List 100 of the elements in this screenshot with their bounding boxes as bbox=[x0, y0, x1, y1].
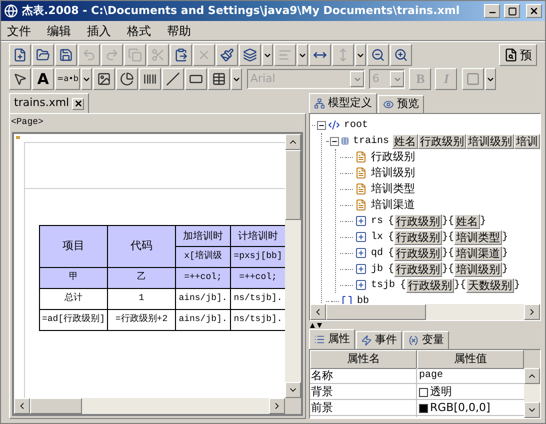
toolbar-button[interactable] bbox=[32, 44, 54, 66]
tool-button[interactable]: =a•b bbox=[55, 68, 80, 90]
toolbar-button[interactable] bbox=[390, 44, 412, 66]
panel-tab[interactable]: 事件 bbox=[356, 331, 402, 349]
tree-node-label[interactable]: bb bbox=[357, 294, 370, 304]
splitter-arrows-icon[interactable] bbox=[310, 322, 322, 328]
tool-button[interactable]: A bbox=[32, 68, 54, 90]
zoom-out-icon bbox=[371, 48, 385, 62]
brace-text: { bbox=[400, 278, 406, 292]
tool-button[interactable] bbox=[208, 68, 230, 90]
brace-text: { bbox=[388, 262, 394, 276]
save-icon bbox=[59, 48, 73, 62]
dropdown-button[interactable] bbox=[262, 44, 273, 66]
collapse-toggle[interactable] bbox=[317, 120, 326, 130]
key-chip: 行政级别 bbox=[406, 278, 454, 292]
tree-node-label[interactable]: root bbox=[344, 118, 368, 132]
document-icon bbox=[355, 167, 367, 179]
pie-chart-icon bbox=[120, 72, 134, 86]
panel-tab[interactable]: 变量 bbox=[403, 331, 449, 349]
brace-text: { bbox=[388, 214, 394, 228]
layers-icon bbox=[243, 48, 257, 62]
table-plus-icon bbox=[355, 215, 367, 227]
table-header-cell: x[培训级 bbox=[176, 247, 231, 268]
key-chip: 姓名 bbox=[454, 214, 480, 228]
tool-button[interactable] bbox=[162, 68, 184, 90]
tool-button[interactable] bbox=[93, 68, 116, 90]
variable-icon bbox=[408, 335, 419, 346]
tool-button[interactable] bbox=[185, 68, 208, 90]
anchor-marker bbox=[16, 136, 20, 139]
panel-tab[interactable]: 预览 bbox=[378, 95, 424, 113]
tree-node-label[interactable]: 培训级别 bbox=[371, 164, 415, 182]
table-cell: ains/jb]. bbox=[176, 310, 231, 331]
dropdown-button[interactable] bbox=[485, 68, 496, 90]
menu-item[interactable]: 文件 bbox=[7, 22, 31, 40]
table-icon bbox=[212, 72, 226, 86]
key-chip: 天数级别 bbox=[466, 278, 514, 292]
close-icon bbox=[74, 99, 83, 108]
key-chip: 姓名 bbox=[392, 134, 418, 148]
new-file-icon bbox=[13, 48, 27, 62]
toolbar-button[interactable] bbox=[170, 44, 192, 66]
brace-text: } bbox=[514, 278, 520, 292]
preview-button[interactable]: 预 bbox=[499, 44, 537, 66]
key-chip: 培训 bbox=[514, 134, 540, 148]
tree-node-label[interactable]: rs bbox=[371, 214, 384, 228]
toolbar-button[interactable] bbox=[9, 44, 31, 66]
table-plus-icon bbox=[355, 263, 367, 275]
toolbar-button[interactable] bbox=[309, 44, 331, 66]
tree-node-label[interactable]: 培训渠道 bbox=[371, 196, 415, 214]
column-header[interactable]: 属性值 bbox=[417, 350, 524, 368]
toolbar-button[interactable] bbox=[367, 44, 389, 66]
vertical-scrollbar[interactable] bbox=[285, 134, 301, 398]
document-tab[interactable]: trains.xml bbox=[9, 93, 90, 113]
close-icon bbox=[529, 6, 539, 16]
folder-icon bbox=[36, 48, 50, 62]
undo-icon bbox=[82, 48, 96, 62]
brace-text: }{ bbox=[442, 214, 454, 228]
scroll-thumb[interactable] bbox=[326, 304, 426, 320]
tree-node-label[interactable]: 行政级别 bbox=[371, 148, 415, 166]
menu-item[interactable]: 格式 bbox=[127, 22, 151, 40]
dropdown-button[interactable] bbox=[231, 68, 242, 90]
tree-node-label[interactable]: trains bbox=[352, 134, 389, 148]
vertical-scrollbar[interactable] bbox=[524, 350, 540, 418]
close-button[interactable] bbox=[526, 4, 542, 18]
maximize-button[interactable] bbox=[504, 4, 520, 18]
tool-button[interactable] bbox=[139, 68, 162, 90]
horizontal-scrollbar[interactable] bbox=[14, 398, 285, 414]
brace-text: } bbox=[502, 230, 508, 244]
menu-item[interactable]: 编辑 bbox=[47, 22, 71, 40]
tree-node-label[interactable]: qd bbox=[371, 246, 384, 260]
brace-text: } bbox=[502, 262, 508, 276]
property-name: 背景 bbox=[310, 384, 417, 400]
tree-node-label[interactable]: jb bbox=[371, 262, 384, 276]
redo-icon bbox=[105, 48, 119, 62]
tree-node-label[interactable]: 培训类型 bbox=[371, 180, 415, 198]
document-icon bbox=[355, 199, 367, 211]
panel-tab[interactable]: 属性 bbox=[309, 329, 355, 349]
border-button[interactable] bbox=[462, 68, 484, 90]
tree-node-label[interactable]: lx bbox=[371, 230, 384, 244]
maximize-icon bbox=[508, 6, 516, 16]
toolbar-button[interactable] bbox=[55, 44, 77, 66]
tool-button[interactable] bbox=[116, 68, 138, 90]
panel-tab[interactable]: 模型定义 bbox=[309, 93, 377, 113]
property-name: 名称 bbox=[310, 368, 417, 383]
collapse-toggle[interactable] bbox=[330, 136, 339, 146]
menu-item[interactable]: 帮助 bbox=[167, 22, 191, 40]
toolbar-button[interactable] bbox=[239, 44, 261, 66]
code-icon bbox=[328, 119, 340, 131]
close-tab-button[interactable] bbox=[72, 98, 84, 110]
dropdown-button[interactable] bbox=[81, 68, 92, 90]
menu-item[interactable]: 插入 bbox=[87, 22, 111, 40]
minimize-button[interactable] bbox=[484, 4, 500, 18]
app-icon bbox=[4, 4, 18, 18]
table-cell: =++col; bbox=[231, 268, 285, 289]
tool-button[interactable] bbox=[9, 68, 31, 90]
scroll-thumb[interactable] bbox=[30, 398, 82, 414]
horizontal-scrollbar[interactable] bbox=[310, 304, 540, 320]
column-header[interactable]: 属性名 bbox=[310, 350, 417, 368]
toolbar-button[interactable] bbox=[216, 44, 238, 66]
scroll-thumb[interactable] bbox=[285, 150, 301, 220]
tree-node-label[interactable]: tsjb bbox=[371, 278, 396, 292]
